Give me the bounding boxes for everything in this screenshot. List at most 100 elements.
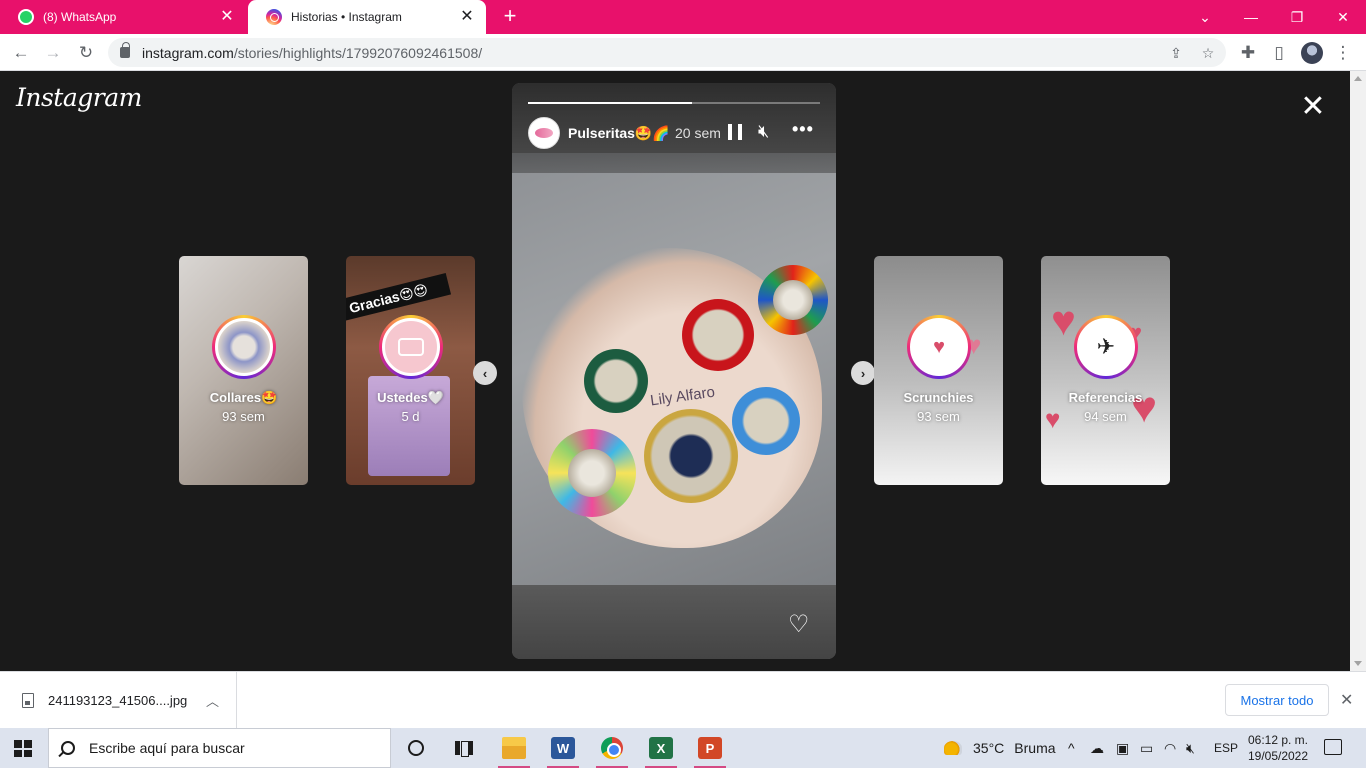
input-language[interactable]: ESP: [1214, 741, 1238, 755]
highlight-card-collares[interactable]: Collares🤩 93 sem: [179, 256, 308, 485]
highlight-card-referencias[interactable]: ♥ ♥ ♥ ♥ ✈ Referencias 94 sem: [1041, 256, 1170, 485]
instagram-icon: [266, 9, 282, 25]
clock-date: 19/05/2022: [1247, 749, 1309, 763]
cortana-icon[interactable]: [396, 728, 436, 768]
volume-muted-icon[interactable]: 🔇︎: [1186, 740, 1195, 757]
tab-title: Historias • Instagram: [291, 10, 402, 24]
new-tab-button[interactable]: +: [499, 5, 521, 27]
side-panel-icon[interactable]: ▯: [1266, 40, 1292, 66]
back-arrow-icon[interactable]: ←: [8, 40, 34, 66]
camera-icon: [382, 318, 440, 376]
story-age: 20 sem: [675, 125, 721, 141]
battery-icon[interactable]: ▭: [1140, 740, 1153, 757]
highlight-avatar-ring: ✈: [1074, 315, 1138, 379]
meet-now-icon[interactable]: ▣: [1116, 740, 1129, 757]
blue-medal: [732, 387, 800, 455]
tab-whatsapp[interactable]: (8) WhatsApp ✕: [0, 0, 246, 34]
wifi-icon[interactable]: ◠: [1164, 740, 1176, 757]
weather-description: Bruma: [1014, 740, 1056, 756]
chevron-up-icon[interactable]: ︿: [206, 691, 219, 710]
close-download-shelf-icon[interactable]: ✕: [1340, 690, 1353, 710]
tab-close-icon[interactable]: ✕: [218, 9, 236, 25]
weather-sun-icon: [944, 741, 962, 755]
highlight-card-scrunchies[interactable]: ♥ ♥ Scrunchies 93 sem: [874, 256, 1003, 485]
download-file-name[interactable]: 241193123_41506....jpg: [48, 693, 187, 708]
multicolor-medal: [548, 429, 636, 517]
highlight-age: 93 sem: [222, 409, 265, 424]
tab-search-icon[interactable]: ⌄: [1182, 0, 1228, 34]
chevron-up-icon[interactable]: ^: [1068, 740, 1075, 756]
search-placeholder: Escribe aquí para buscar: [89, 740, 245, 756]
rainbow-medal: [758, 265, 828, 335]
pause-icon[interactable]: [728, 124, 742, 140]
chrome-icon[interactable]: [592, 728, 632, 768]
windows-start-icon[interactable]: [14, 740, 32, 757]
powerpoint-icon[interactable]: P: [690, 728, 730, 768]
reload-icon[interactable]: ↻: [73, 40, 99, 66]
highlight-name: Referencias: [1068, 390, 1143, 405]
highlight-name: Ustedes🤍: [377, 390, 444, 405]
instagram-logo[interactable]: Instagram: [16, 83, 142, 112]
story-username[interactable]: Pulseritas🤩🌈: [568, 125, 670, 142]
story-progress-fill: [528, 102, 692, 104]
share-icon[interactable]: ⇪: [1166, 43, 1186, 63]
gold-medal: [644, 409, 738, 503]
hands-heart-icon: ♥: [910, 318, 968, 376]
next-story-arrow[interactable]: ›: [851, 361, 875, 385]
file-explorer-icon[interactable]: [494, 728, 534, 768]
address-bar[interactable]: instagram.com/stories/highlights/1799207…: [108, 38, 1226, 67]
restore-button[interactable]: ❐: [1274, 0, 1320, 34]
heart-icon: ♥: [1051, 297, 1076, 344]
like-heart-icon[interactable]: ♡: [788, 610, 810, 639]
bookmark-star-icon[interactable]: ☆: [1198, 43, 1218, 63]
show-all-downloads-button[interactable]: Mostrar todo: [1225, 684, 1329, 716]
tab-title: (8) WhatsApp: [43, 10, 117, 24]
highlight-banner-text: Gracias😍😍: [346, 273, 452, 321]
scroll-up-arrow[interactable]: [1354, 76, 1362, 81]
close-stories-icon[interactable]: ✕: [1297, 91, 1329, 123]
image-file-icon: [22, 693, 34, 708]
url-text[interactable]: instagram.com/stories/highlights/1799207…: [142, 45, 482, 61]
instagram-stories-viewer: Instagram ✕ Collares🤩 93 sem Gracias😍😍 U…: [0, 71, 1366, 671]
scroll-down-arrow[interactable]: [1354, 661, 1362, 666]
weather-widget[interactable]: 35°C Bruma: [944, 728, 1056, 768]
profile-avatar[interactable]: [1301, 42, 1323, 64]
highlight-avatar-ring: [379, 315, 443, 379]
more-options-icon[interactable]: •••: [792, 119, 814, 140]
task-view-icon[interactable]: [444, 728, 484, 768]
highlight-avatar-ring: [212, 315, 276, 379]
highlight-age: 94 sem: [1084, 409, 1127, 424]
tab-close-icon[interactable]: ✕: [458, 9, 476, 25]
forward-arrow-icon[interactable]: →: [40, 40, 66, 66]
notification-center-icon[interactable]: [1324, 739, 1342, 755]
tab-instagram[interactable]: Historias • Instagram ✕: [248, 0, 486, 34]
word-icon[interactable]: W: [543, 728, 583, 768]
active-story[interactable]: Lily Alfaro Pulseritas🤩🌈 20 sem 🔇︎ ••• ♡: [512, 83, 836, 659]
story-user-avatar[interactable]: [528, 117, 560, 149]
mute-icon[interactable]: 🔇︎: [758, 121, 769, 142]
page-scrollbar[interactable]: [1350, 71, 1366, 671]
highlight-cover: [215, 318, 273, 376]
clock-time: 06:12 p. m.: [1247, 733, 1309, 747]
paper-plane-icon: ✈: [1077, 318, 1135, 376]
minimize-button[interactable]: —: [1228, 0, 1274, 34]
story-progress-bar: [528, 102, 820, 104]
download-item[interactable]: 241193123_41506....jpg ︿: [0, 672, 237, 729]
highlight-name: Scrunchies: [903, 390, 974, 405]
system-clock[interactable]: 06:12 p. m. 19/05/2022: [1240, 732, 1316, 764]
close-window-button[interactable]: ✕: [1320, 0, 1366, 34]
windows-taskbar: Escribe aquí para buscar W X P 35°C Brum…: [0, 728, 1366, 768]
extensions-puzzle-icon[interactable]: ✚: [1235, 40, 1261, 66]
weather-temperature: 35°C: [973, 740, 1005, 756]
lock-icon[interactable]: [120, 42, 130, 58]
menu-kebab-icon[interactable]: ⋮: [1330, 40, 1356, 66]
taskbar-search-box[interactable]: Escribe aquí para buscar: [48, 728, 391, 768]
highlight-card-ustedes[interactable]: Gracias😍😍 Ustedes🤍 5 d: [346, 256, 475, 485]
download-shelf: 241193123_41506....jpg ︿ Mostrar todo ✕: [0, 671, 1366, 729]
excel-icon[interactable]: X: [641, 728, 681, 768]
highlight-avatar-ring: ♥: [907, 315, 971, 379]
search-icon: [61, 741, 75, 755]
onedrive-cloud-icon[interactable]: ☁: [1090, 740, 1104, 757]
previous-story-arrow[interactable]: ‹: [473, 361, 497, 385]
browser-toolbar: ← → ↻ instagram.com/stories/highlights/1…: [0, 34, 1366, 71]
